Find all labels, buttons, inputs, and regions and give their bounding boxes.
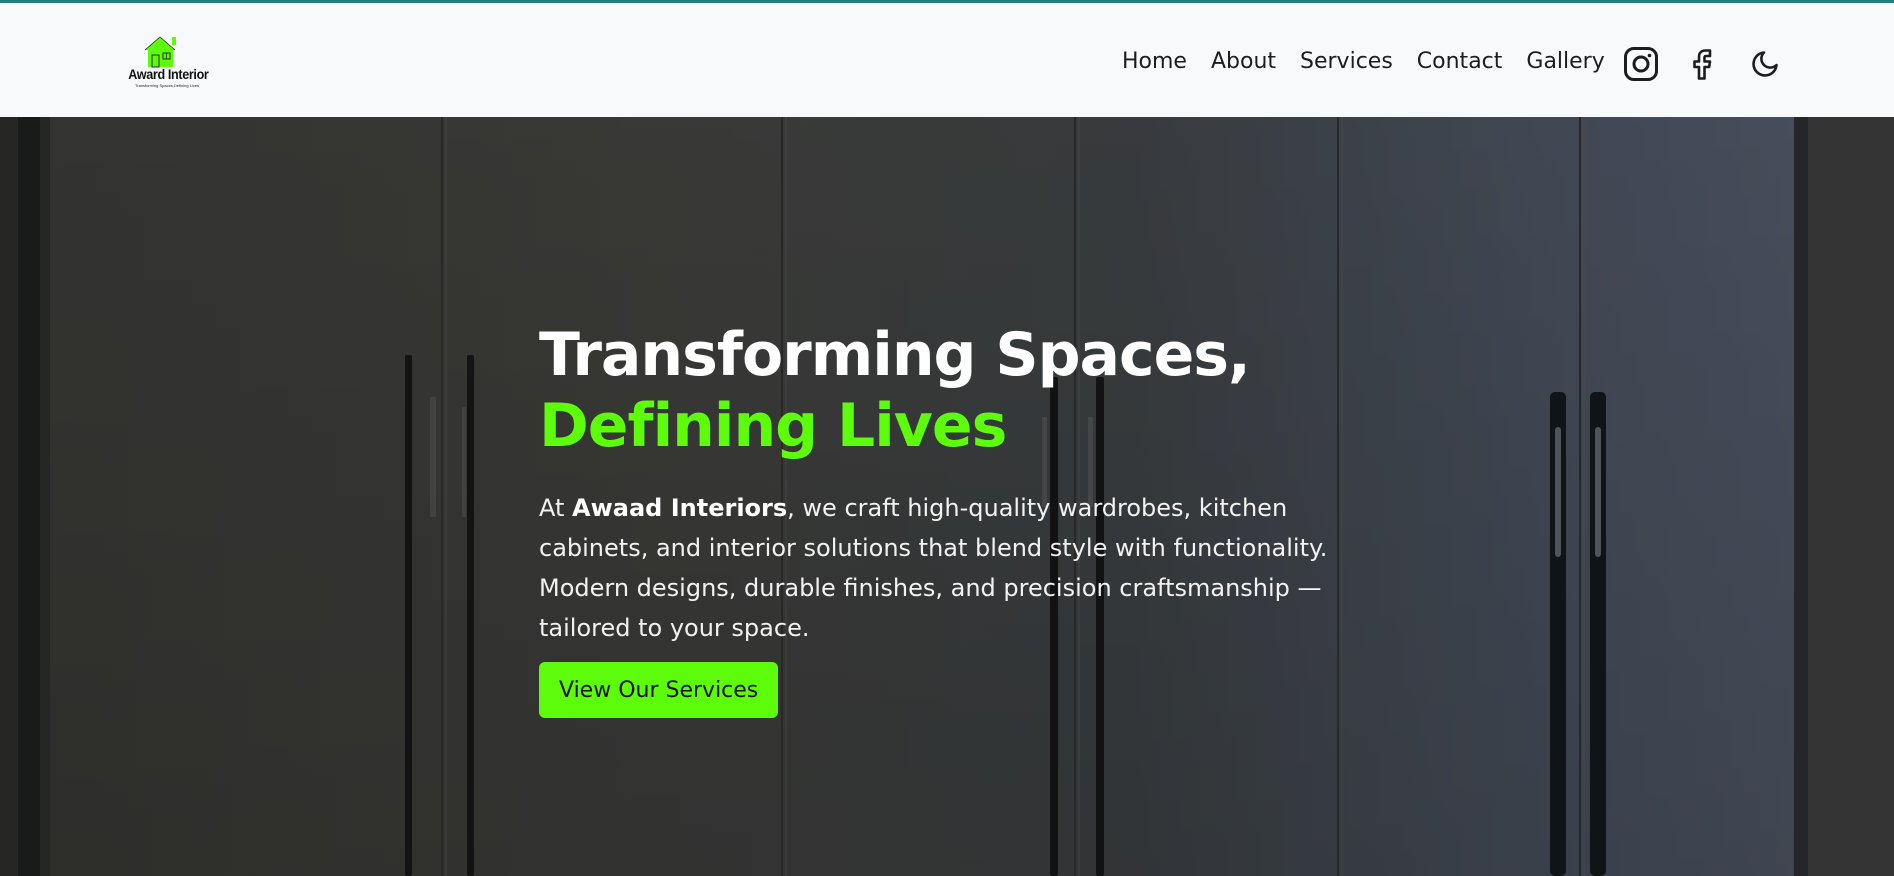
instagram-icon (1624, 47, 1658, 81)
view-services-button[interactable]: View Our Services (539, 662, 779, 718)
main-nav: Home About Services Contact Gallery (1122, 47, 1605, 77)
nav-services[interactable]: Services (1300, 47, 1393, 77)
nav-gallery[interactable]: Gallery (1526, 47, 1604, 77)
house-logo-icon (144, 36, 176, 68)
moon-icon (1752, 51, 1778, 77)
site-header: Award Interior Transforming Spaces,Defin… (0, 3, 1894, 117)
logo[interactable]: Award Interior Transforming Spaces,Defin… (124, 34, 210, 90)
theme-toggle[interactable] (1747, 46, 1783, 82)
hero-title: Transforming Spaces, Defining Lives (539, 320, 1399, 462)
nav-home[interactable]: Home (1122, 47, 1187, 77)
hero-desc-brand: Awaad Interiors (572, 494, 788, 522)
hero-description: At Awaad Interiors, we craft high-qualit… (539, 488, 1399, 648)
facebook-link[interactable] (1684, 46, 1720, 82)
nav-about[interactable]: About (1211, 47, 1276, 77)
facebook-icon (1693, 49, 1712, 80)
instagram-link[interactable] (1623, 46, 1659, 82)
hero-content: Transforming Spaces, Defining Lives At A… (539, 320, 1399, 718)
logo-tagline: Transforming Spaces,Defining Lives (134, 83, 200, 88)
hero-title-line1: Transforming Spaces, (539, 320, 1251, 390)
logo-title: Award Interior (128, 66, 209, 82)
nav-contact[interactable]: Contact (1417, 47, 1503, 77)
hero-title-line2: Defining Lives (539, 391, 1007, 461)
hero-desc-prefix: At (539, 494, 573, 522)
hero-section: Transforming Spaces, Defining Lives At A… (0, 117, 1894, 876)
